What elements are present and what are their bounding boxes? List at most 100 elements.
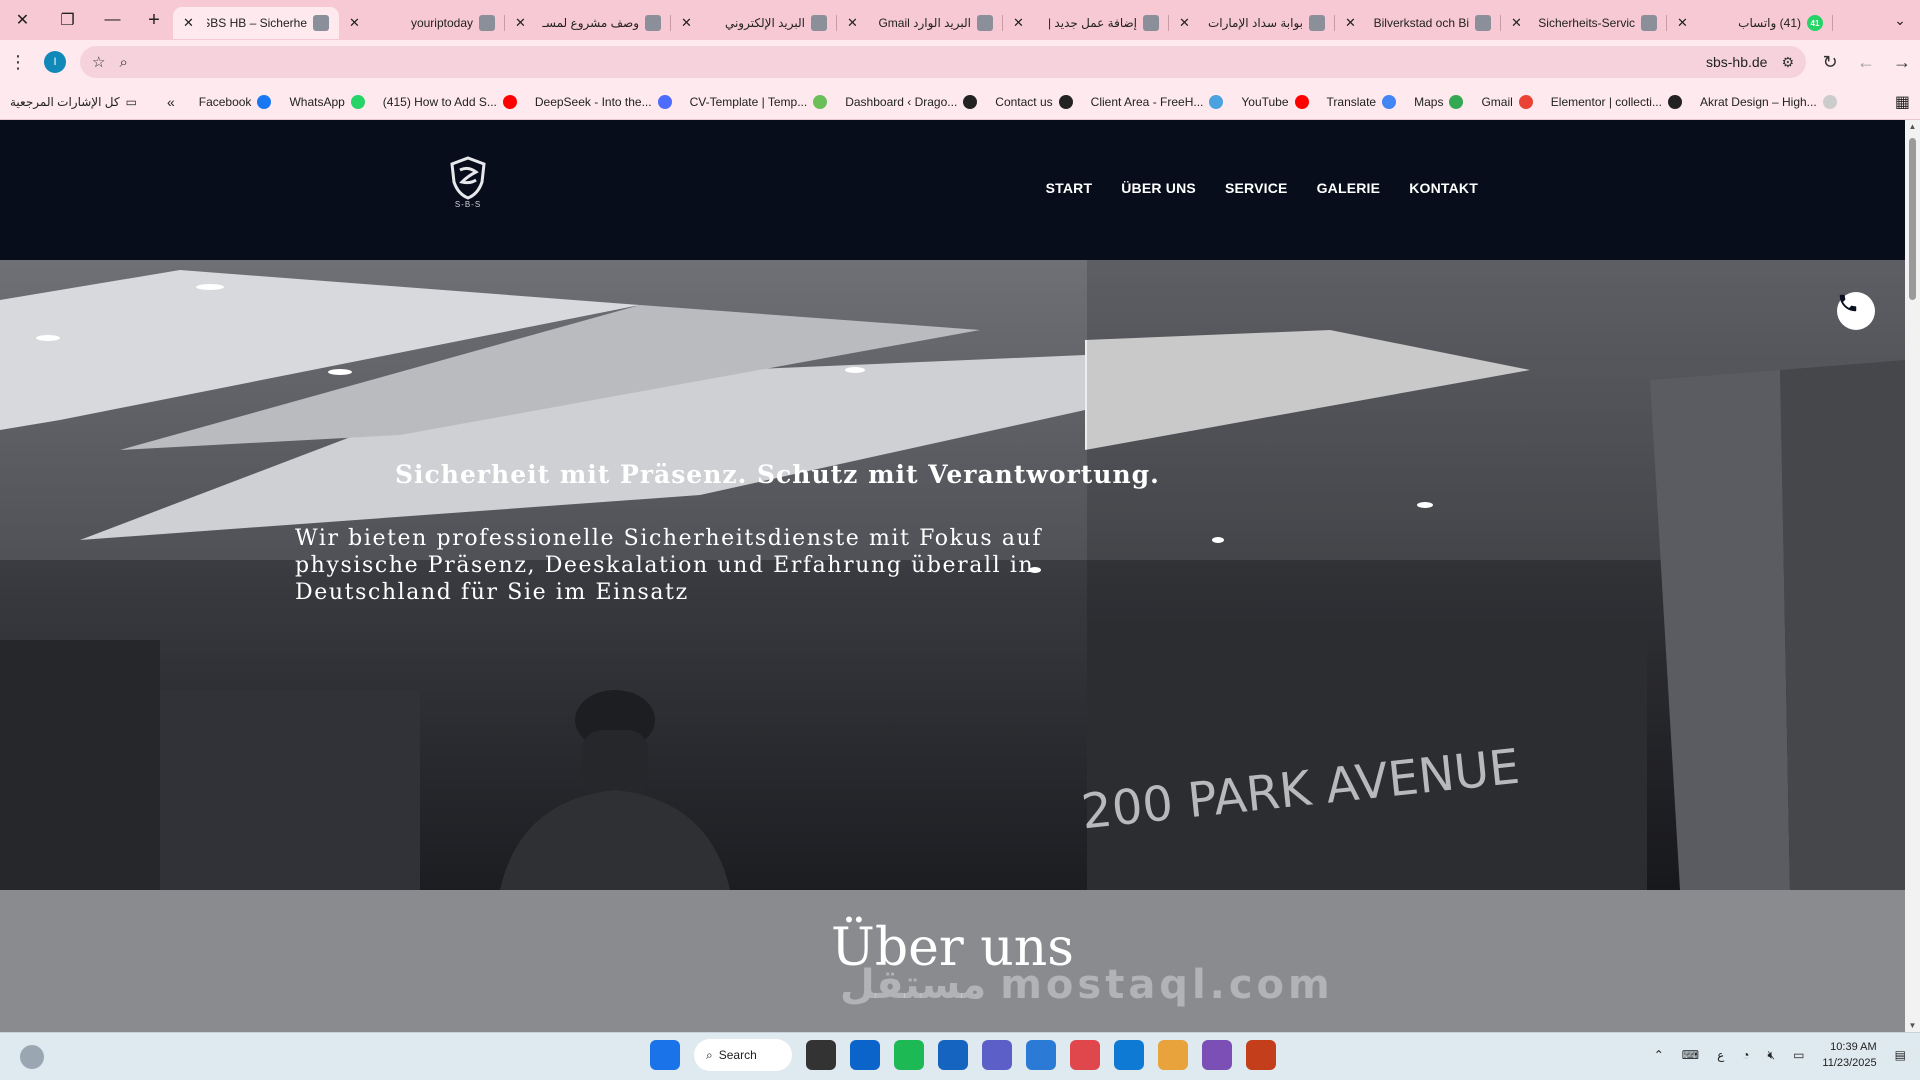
forward-button[interactable]: → [1884,44,1920,80]
tab-close-icon[interactable]: ✕ [681,15,697,31]
defender-icon[interactable] [938,1040,968,1070]
openai-icon [645,15,661,31]
minimize-window-button[interactable]: — [90,0,135,40]
new-tab-button[interactable]: + [135,0,173,40]
bookmark-item[interactable]: Maps [1414,94,1464,109]
powerpoint-icon[interactable] [1246,1040,1276,1070]
nav-link[interactable]: SERVICE [1225,180,1288,196]
browser-tab[interactable]: ✕ بوابة سداد الإمارات [1169,7,1335,39]
scrollbar-thumb[interactable] [1909,138,1916,300]
visual-studio-icon[interactable] [1202,1040,1232,1070]
site-logo[interactable]: S-B-S [448,156,488,216]
bookmark-item[interactable]: WhatsApp [289,94,365,109]
tab-close-icon[interactable]: ✕ [183,15,199,31]
bookmark-item[interactable]: Akrat Design – High... [1700,94,1837,109]
tab-close-icon[interactable]: ✕ [1345,15,1361,31]
browser-tab[interactable]: ✕ (41) واتساب 41 [1667,7,1833,39]
keyboard-language[interactable]: ع [1717,1048,1724,1062]
nav-link[interactable]: ÜBER UNS [1121,180,1196,196]
tab-close-icon[interactable]: ✕ [1677,15,1693,31]
apps-grid-icon[interactable]: ▦ [1895,92,1910,112]
tab-close-icon[interactable]: ✕ [515,15,531,31]
bookmark-item[interactable]: (415) How to Add S... [382,94,517,109]
phone-call-button[interactable] [1837,292,1875,330]
tab-close-icon[interactable]: ✕ [1511,15,1527,31]
battery-icon[interactable]: ▭ [1793,1048,1804,1062]
tab-search-chevron-icon[interactable]: ⌄ [1880,12,1920,29]
browser-tab[interactable]: ✕ Sicherheits-Servic [1501,7,1667,39]
widgets-icon[interactable] [20,1045,44,1069]
windows-start-icon[interactable] [650,1040,680,1070]
all-bookmarks-button[interactable]: كل الإشارات المرجعية ▭ [10,95,137,109]
gmail-icon [1518,94,1533,109]
bookmark-item[interactable]: YouTube [1241,94,1309,109]
bookmark-star-icon[interactable]: ☆ [92,53,105,71]
zoom-icon[interactable]: ⌕ [119,54,127,71]
logo-text: S-B-S [454,200,482,209]
wifi-icon[interactable]: ◔ [1742,1048,1749,1062]
close-window-button[interactable]: ✕ [0,0,45,40]
outlook-icon[interactable] [850,1040,880,1070]
keyboard-icon[interactable]: ⌨ [1682,1048,1699,1062]
nav-link[interactable]: START [1046,180,1093,196]
bookmark-label: Maps [1414,94,1444,109]
bookmark-item[interactable]: Facebook [199,94,272,109]
bookmark-item[interactable]: DeepSeek - Into the... [535,94,672,109]
tab-close-icon[interactable]: ✕ [1013,15,1029,31]
office-icon[interactable] [1158,1040,1188,1070]
spotify-icon[interactable] [894,1040,924,1070]
scroll-down-icon[interactable]: ▼ [1905,1021,1920,1030]
system-tray: ⌃ ⌨ ع ◔ 🔇︎ ▭ 10:39 AM 11/23/2025 ▤ [1654,1039,1906,1071]
bookmark-item[interactable]: CV-Template | Temp... [690,94,828,109]
bookmark-item[interactable]: Client Area - FreeH... [1091,94,1224,109]
bookmark-item[interactable]: Contact us [995,94,1073,109]
url-text[interactable]: sbs-hb.de [1706,54,1767,70]
site-settings-icon[interactable]: ⚙ [1781,54,1794,71]
bookmark-label: (415) How to Add S... [382,94,497,109]
browser-tab[interactable]: ✕ البريد الوارد Gmail [837,7,1003,39]
browser-tab[interactable]: ✕ SBS HB – Sicherhe [173,7,339,39]
bookmarks-overflow-icon[interactable]: « [167,94,175,110]
url-bar[interactable]: ☆ ⌕ sbs-hb.de ⚙ [80,46,1806,78]
tab-title: Sicherheits-Servic [1538,16,1635,30]
page-scrollbar[interactable]: ▲ ▼ [1905,120,1920,1032]
browser-tab[interactable]: ✕ إضافة عمل جديد | [1003,7,1169,39]
teams-icon[interactable] [982,1040,1012,1070]
bookmark-item[interactable]: Translate [1327,94,1397,109]
back-button[interactable]: ← [1848,44,1884,80]
browser-tab[interactable]: ✕ Bilverkstad och Bi [1335,7,1501,39]
scroll-up-icon[interactable]: ▲ [1905,122,1920,131]
chrome-icon[interactable] [1070,1040,1100,1070]
tab-title: البريد الإلكتروني [724,16,805,30]
nav-link[interactable]: GALERIE [1317,180,1381,196]
browser-menu-button[interactable]: ⋮ [0,44,36,80]
nav-link[interactable]: KONTAKT [1409,180,1478,196]
tab-close-icon[interactable]: ✕ [847,15,863,31]
restore-window-button[interactable]: ❐ [45,0,90,40]
bookmark-item[interactable]: Gmail [1481,94,1533,109]
volume-muted-icon[interactable]: 🔇︎ [1768,1048,1776,1063]
notifications-icon[interactable]: ▤ [1895,1048,1906,1062]
website-icon [479,15,495,31]
tray-overflow-chevron-icon[interactable]: ⌃ [1654,1048,1664,1062]
address-bar-row: ⋮ I ☆ ⌕ sbs-hb.de ⚙ ↻ ← → [0,40,1920,84]
browser-tab[interactable]: ✕ وصف مشروع لمسـ [505,7,671,39]
profile-avatar[interactable]: I [44,51,66,73]
file-explorer-icon[interactable] [806,1040,836,1070]
tab-strip: ✕ ❐ — + ✕ SBS HB – Sicherhe ✕ youriptoday ✕ و… [0,0,1920,40]
tab-close-icon[interactable]: ✕ [1179,15,1195,31]
vscode-icon[interactable] [1114,1040,1144,1070]
browser-tab[interactable]: ✕ youriptoday [339,7,505,39]
bookmark-label: WhatsApp [289,94,345,109]
bookmark-label: YouTube [1241,94,1289,109]
all-bookmarks-label: كل الإشارات المرجعية [10,94,120,109]
browser-tab[interactable]: ✕ البريد الإلكتروني [671,7,837,39]
bookmark-item[interactable]: Dashboard ‹ Drago... [845,94,978,109]
clock[interactable]: 10:39 AM 11/23/2025 [1822,1039,1876,1071]
reload-button[interactable]: ↻ [1812,44,1848,80]
calculator-icon[interactable] [1026,1040,1056,1070]
taskbar-search[interactable]: ⌕ Search [694,1039,792,1071]
bookmark-item[interactable]: Elementor | collecti... [1551,94,1682,109]
tab-title: Bilverkstad och Bi [1373,16,1469,30]
tab-close-icon[interactable]: ✕ [349,15,365,31]
